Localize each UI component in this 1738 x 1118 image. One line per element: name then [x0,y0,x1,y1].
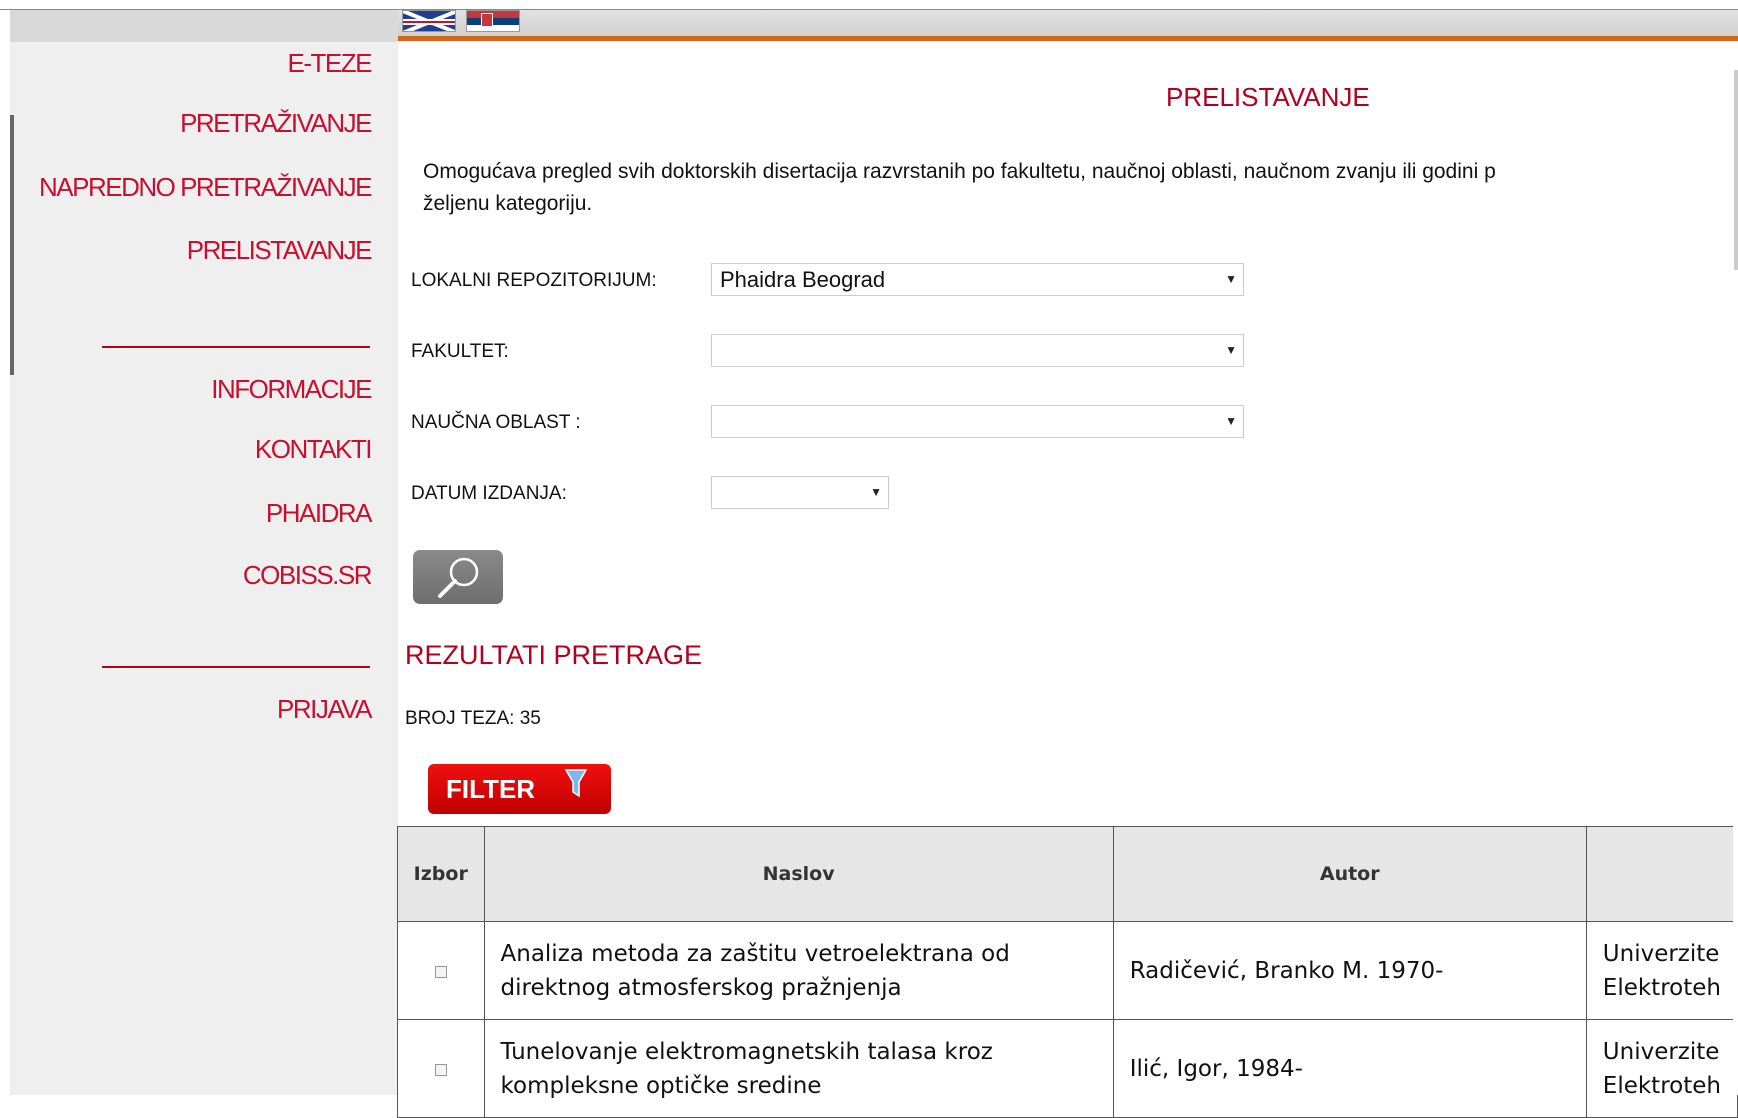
serbian-flag-icon[interactable] [466,10,520,32]
sidebar-item-pretrazivanje[interactable]: PRETRAŽIVANJE [18,108,398,139]
chevron-down-icon: ▼ [1225,343,1237,357]
results-count-label: BROJ TEZA: [405,708,515,729]
institution-line: Elektroteh [1602,1072,1721,1099]
institution-line: Univerzite [1602,1038,1720,1065]
viewport-edge [1733,826,1738,1095]
results-table: Izbor Naslov Autor Analiza metoda za zaš… [397,826,1738,1118]
search-button[interactable] [413,550,503,604]
table-row: Tunelovanje elektromagnetskih talasa kro… [397,1019,1738,1118]
institution-cell: Univerzite Elektroteh [1585,1019,1738,1118]
faculty-select[interactable]: ▼ [711,334,1244,367]
institution-cell: Univerzite Elektroteh [1585,921,1738,1020]
title-line: Analiza metoda za zaštitu vetroelektrana… [500,940,1010,967]
results-title: REZULTATI PRETRAGE [405,640,703,670]
select-cell [397,1019,485,1118]
sidebar-shadow [10,115,14,375]
faculty-label: FAKULTET: [411,341,509,362]
chevron-down-icon: ▼ [870,485,882,499]
description-line-2: željenu kategoriju. [423,192,593,215]
author-cell: Radičević, Branko M. 1970- [1112,921,1587,1020]
sidebar-item-phaidra[interactable]: PHAIDRA [18,498,398,529]
sidebar-item-cobiss[interactable]: COBISS.SR [18,560,398,591]
column-header-izbor: Izbor [397,826,485,922]
sidebar-item-e-teze[interactable]: E-TEZE [18,48,398,79]
title-line: Tunelovanje elektromagnetskih talasa kro… [500,1038,993,1065]
table-header-row: Izbor Naslov Autor [397,826,1738,922]
english-flag-icon[interactable] [402,10,456,32]
scientific-field-label: NAUČNA OBLAST : [411,412,581,433]
sidebar-item-informacije[interactable]: INFORMACIJE [18,374,398,405]
description-line-1: Omogućava pregled svih doktorskih disert… [423,160,1496,183]
publication-date-select[interactable]: ▼ [711,476,889,509]
results-count: BROJ TEZA: 35 [405,708,541,730]
topbar [398,10,1738,36]
title-line: kompleksne optičke sredine [500,1072,822,1099]
column-header-extra [1585,826,1738,922]
select-cell [397,921,485,1020]
column-header-naslov[interactable]: Naslov [483,826,1114,922]
magnifier-icon [438,557,479,598]
page-title: PRELISTAVANJE [1166,82,1370,112]
chevron-down-icon: ▼ [1225,272,1237,286]
topbar-left [10,10,398,42]
institution-line: Univerzite [1602,940,1720,967]
sidebar-item-kontakti[interactable]: KONTAKTI [18,434,398,465]
sidebar-separator [102,666,370,668]
results-count-value: 35 [519,708,541,729]
sidebar-item-prijava[interactable]: PRIJAVA [18,694,398,725]
sidebar-separator [102,346,370,348]
topbar-accent-line [398,36,1738,41]
column-header-autor[interactable]: Autor [1112,826,1587,922]
funnel-icon [564,769,588,798]
sidebar-item-prelistavanje[interactable]: PRELISTAVANJE [18,235,398,266]
author-cell: Ilić, Igor, 1984- [1112,1019,1587,1118]
row-checkbox[interactable] [434,965,447,978]
chevron-down-icon: ▼ [1225,414,1237,428]
filter-button[interactable]: FILTER [428,764,611,814]
table-row: Analiza metoda za zaštitu vetroelektrana… [397,921,1738,1020]
scrollbar[interactable] [1734,70,1738,270]
title-cell[interactable]: Tunelovanje elektromagnetskih talasa kro… [483,1019,1114,1118]
repository-label: LOKALNI REPOZITORIJUM: [411,270,657,291]
publication-date-label: DATUM IZDANJA: [411,483,567,504]
row-checkbox[interactable] [434,1063,447,1076]
title-cell[interactable]: Analiza metoda za zaštitu vetroelektrana… [483,921,1114,1020]
institution-line: Elektroteh [1602,974,1721,1001]
filter-button-label: FILTER [446,774,536,804]
page-description: Omogućava pregled svih doktorskih disert… [423,156,1733,220]
repository-select[interactable]: Phaidra Beograd ▼ [711,263,1244,296]
title-line: direktnog atmosferskog pražnjenja [500,974,902,1001]
scientific-field-select[interactable]: ▼ [711,405,1244,438]
sidebar-item-napredno-pretrazivanje[interactable]: NAPREDNO PRETRAŽIVANJE [18,172,396,203]
repository-select-value: Phaidra Beograd [720,267,886,292]
